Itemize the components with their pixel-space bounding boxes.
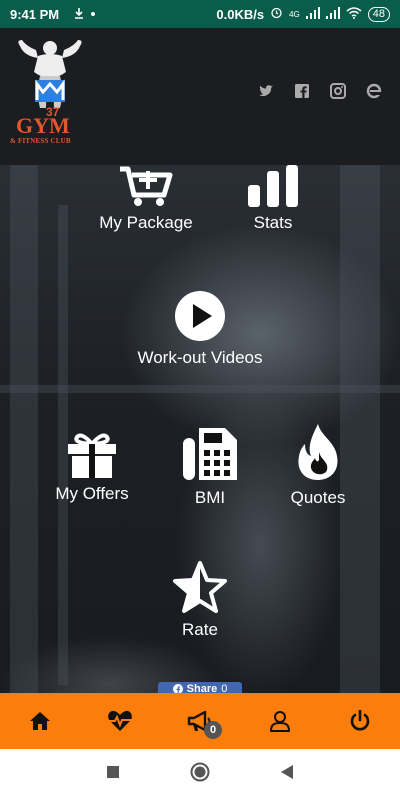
play-circle-icon (175, 291, 225, 341)
quotes-label: Quotes (290, 488, 346, 507)
power-icon (350, 710, 370, 731)
internet-explorer-icon[interactable] (366, 83, 382, 99)
status-bar: 9:41 PM 0.0KB/s 4G 48 (0, 0, 400, 28)
recent-apps-icon[interactable] (106, 765, 120, 784)
cart-plus-icon (120, 166, 173, 206)
bottom-navigation: 0 (0, 693, 400, 749)
nav-health[interactable] (100, 701, 140, 741)
battery-indicator: 48 (367, 6, 390, 22)
fire-icon (298, 424, 338, 480)
user-icon (270, 711, 290, 732)
network-speed: 0.0KB/s (216, 6, 265, 22)
menu-stats[interactable]: Stats (233, 165, 313, 233)
nav-home[interactable] (20, 701, 60, 741)
nav-profile[interactable] (260, 701, 300, 741)
bg-pillar (10, 165, 38, 693)
bmi-label: BMI (194, 488, 226, 507)
nav-notifications[interactable]: 0 (180, 701, 222, 741)
heartbeat-icon (108, 710, 132, 731)
menu-my-package[interactable]: My Package (86, 165, 206, 233)
download-icon (73, 7, 85, 22)
menu-quotes[interactable]: Quotes (278, 422, 358, 508)
bg-bar (0, 385, 400, 393)
rate-label: Rate (182, 620, 218, 639)
social-links (258, 83, 382, 99)
logo-gym-text: GYM (16, 113, 70, 138)
signal-icon-2 (325, 6, 340, 22)
nav-logout[interactable] (340, 701, 380, 741)
bar-chart-icon (248, 165, 298, 207)
my-package-label: My Package (99, 213, 193, 232)
app-header: 37 GYM & FITNESS CLUB (0, 28, 400, 165)
menu-my-offers[interactable]: My Offers (42, 432, 142, 504)
instagram-icon[interactable] (330, 83, 346, 99)
wifi-icon (346, 6, 362, 22)
bodybuilder-logo-icon: 37 (18, 40, 82, 119)
system-navigation-bar (0, 749, 400, 800)
facebook-icon[interactable] (294, 83, 310, 99)
notifications-badge: 0 (204, 721, 222, 739)
menu-bmi[interactable]: BMI (170, 426, 250, 508)
home-button-icon[interactable] (190, 762, 210, 787)
stats-label: Stats (253, 213, 293, 232)
twitter-icon[interactable] (258, 83, 274, 99)
status-time: 9:41 PM (10, 6, 60, 22)
my-offers-label: My Offers (55, 484, 129, 503)
alarm-icon (270, 6, 283, 22)
menu-rate[interactable]: Rate (160, 560, 240, 640)
home-icon (30, 712, 50, 730)
menu-workout-videos[interactable]: Work-out Videos (120, 290, 280, 368)
logo-subtitle: & FITNESS CLUB (10, 137, 71, 145)
network-type: 4G (289, 9, 300, 19)
back-icon[interactable] (280, 764, 294, 785)
star-half-icon (173, 561, 227, 613)
dot-icon (91, 12, 96, 16)
signal-icon (305, 6, 320, 22)
gift-icon (68, 433, 116, 478)
workout-videos-label: Work-out Videos (137, 348, 263, 367)
calculator-fax-icon (183, 428, 237, 480)
